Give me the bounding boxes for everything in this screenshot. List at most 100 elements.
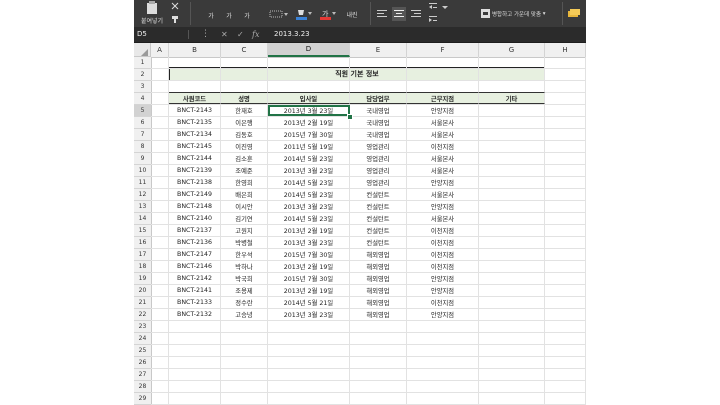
- empty-cell[interactable]: [545, 261, 586, 272]
- empty-cell[interactable]: [479, 321, 545, 332]
- row-header[interactable]: 3: [134, 81, 151, 93]
- empty-cell[interactable]: [350, 69, 407, 80]
- data-cell[interactable]: [479, 249, 545, 260]
- function-icon[interactable]: fx: [252, 27, 259, 42]
- empty-cell[interactable]: [545, 369, 586, 380]
- data-cell[interactable]: 박국희: [221, 273, 268, 284]
- data-cell[interactable]: 김기연: [221, 213, 268, 224]
- data-cell[interactable]: 2011년 5월 19일: [268, 141, 350, 152]
- row-header[interactable]: 5: [134, 105, 151, 117]
- data-cell[interactable]: [479, 225, 545, 236]
- merge-icon[interactable]: [480, 8, 490, 18]
- data-cell[interactable]: 영업관리: [350, 153, 407, 164]
- empty-cell[interactable]: [479, 357, 545, 368]
- data-cell[interactable]: 영업관리: [350, 177, 407, 188]
- data-cell[interactable]: 안양지점: [407, 105, 479, 116]
- data-cell[interactable]: 2015년 7월 30일: [268, 249, 350, 260]
- data-cell[interactable]: 안양지점: [407, 309, 479, 320]
- data-cell[interactable]: 정수란: [221, 297, 268, 308]
- column-label[interactable]: 사원코드: [169, 92, 221, 104]
- empty-cell[interactable]: [545, 345, 586, 356]
- data-cell[interactable]: 이천지점: [407, 141, 479, 152]
- data-cell[interactable]: 2014년 5월 23일: [268, 213, 350, 224]
- enter-icon[interactable]: ✓: [237, 27, 244, 42]
- data-cell[interactable]: BNCT-2143: [169, 105, 221, 116]
- data-cell[interactable]: BNCT-2147: [169, 249, 221, 260]
- data-cell[interactable]: [479, 165, 545, 176]
- data-cell[interactable]: 박병철: [221, 237, 268, 248]
- empty-cell[interactable]: [151, 381, 169, 392]
- empty-cell[interactable]: [479, 81, 545, 92]
- indent-increase-icon[interactable]: [428, 15, 438, 25]
- empty-cell[interactable]: [268, 333, 350, 344]
- empty-cell[interactable]: [407, 345, 479, 356]
- empty-cell[interactable]: [151, 213, 169, 224]
- empty-cell[interactable]: [151, 177, 169, 188]
- empty-cell[interactable]: [350, 369, 407, 380]
- empty-cell[interactable]: [151, 273, 169, 284]
- empty-cell[interactable]: [407, 321, 479, 332]
- data-cell[interactable]: 2013년 2월 19일: [268, 261, 350, 272]
- column-label[interactable]: 근무지점: [407, 92, 479, 104]
- cut-icon[interactable]: [170, 2, 180, 10]
- empty-cell[interactable]: [350, 345, 407, 356]
- formula-input[interactable]: 2013.3.23: [274, 27, 310, 42]
- empty-cell[interactable]: [151, 357, 169, 368]
- data-cell[interactable]: 서울본사: [407, 189, 479, 200]
- empty-cell[interactable]: [268, 81, 350, 92]
- italic-button[interactable]: 가: [224, 10, 234, 20]
- data-cell[interactable]: [479, 105, 545, 116]
- empty-cell[interactable]: [545, 381, 586, 392]
- row-header[interactable]: 20: [134, 285, 151, 297]
- data-cell[interactable]: 영업관리: [350, 141, 407, 152]
- row-header[interactable]: 27: [134, 369, 151, 381]
- data-cell[interactable]: [479, 273, 545, 284]
- empty-cell[interactable]: [221, 345, 268, 356]
- border-button[interactable]: [268, 9, 290, 19]
- data-cell[interactable]: BNCT-2137: [169, 225, 221, 236]
- data-cell[interactable]: 해외영업: [350, 261, 407, 272]
- empty-cell[interactable]: [407, 81, 479, 92]
- empty-cell[interactable]: [221, 393, 268, 404]
- column-header-g[interactable]: G: [479, 43, 545, 57]
- empty-cell[interactable]: [545, 297, 586, 308]
- empty-cell[interactable]: [169, 69, 221, 80]
- data-cell[interactable]: 안양지점: [407, 285, 479, 296]
- empty-cell[interactable]: [268, 369, 350, 380]
- data-cell[interactable]: 해외영업: [350, 249, 407, 260]
- column-label[interactable]: 성명: [221, 92, 268, 104]
- data-cell[interactable]: [479, 117, 545, 128]
- data-cell[interactable]: [479, 201, 545, 212]
- empty-cell[interactable]: [221, 333, 268, 344]
- fill-color-button[interactable]: [294, 7, 314, 20]
- empty-cell[interactable]: [151, 57, 169, 68]
- empty-cell[interactable]: [169, 345, 221, 356]
- empty-cell[interactable]: [545, 153, 586, 164]
- data-cell[interactable]: BNCT-2142: [169, 273, 221, 284]
- empty-cell[interactable]: [350, 333, 407, 344]
- row-header[interactable]: 12: [134, 189, 151, 201]
- column-header-a[interactable]: A: [151, 43, 169, 57]
- empty-cell[interactable]: [545, 393, 586, 404]
- empty-cell[interactable]: [479, 393, 545, 404]
- empty-cell[interactable]: [151, 81, 169, 92]
- empty-cell[interactable]: [545, 285, 586, 296]
- data-cell[interactable]: BNCT-2148: [169, 201, 221, 212]
- selected-cell[interactable]: 2013년 3월 23일: [268, 105, 350, 116]
- fill-handle[interactable]: [347, 114, 353, 120]
- empty-cell[interactable]: [169, 393, 221, 404]
- row-header[interactable]: 18: [134, 261, 151, 273]
- column-label[interactable]: 담당업무: [350, 92, 407, 104]
- data-cell[interactable]: 고원지: [221, 225, 268, 236]
- empty-cell[interactable]: [545, 105, 586, 116]
- data-cell[interactable]: 이천지점: [407, 297, 479, 308]
- data-cell[interactable]: 컨설턴트: [350, 189, 407, 200]
- data-cell[interactable]: 서울본사: [407, 153, 479, 164]
- empty-cell[interactable]: [221, 321, 268, 332]
- data-cell[interactable]: 서울본사: [407, 213, 479, 224]
- data-cell[interactable]: 서울본사: [407, 117, 479, 128]
- row-header[interactable]: 21: [134, 297, 151, 309]
- data-cell[interactable]: 2013년 3월 23일: [268, 165, 350, 176]
- row-header[interactable]: 13: [134, 201, 151, 213]
- merge-center-button[interactable]: 병합하고 가운데 맞춤 ▾: [492, 8, 558, 19]
